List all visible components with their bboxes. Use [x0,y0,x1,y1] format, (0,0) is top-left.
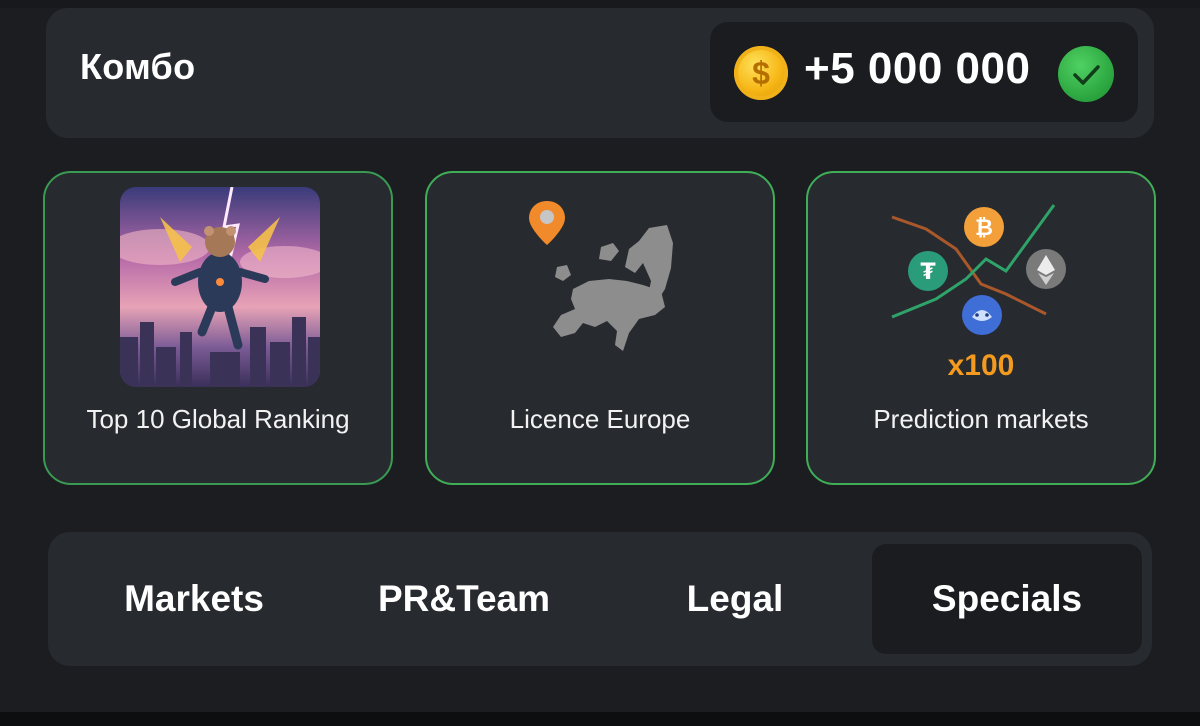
tab-pr-team[interactable]: PR&Team [326,532,602,666]
card-prediction-markets[interactable]: ₿ ₮ x100 Prediction markets [806,171,1156,485]
coin-icon: $ [734,46,788,100]
multiplier-label: x100 [947,349,1015,382]
combo-title: Комбо [80,46,196,87]
card-label: Licence Europe [509,404,691,434]
tab-markets[interactable]: Markets [48,532,340,666]
category-tabs: Markets PR&Team Legal Specials [48,532,1152,666]
reward-amount: +5 000 000 [804,44,1031,93]
checkmark-icon [1058,46,1114,102]
svg-text:₮: ₮ [920,260,936,285]
top-edge [0,0,1200,8]
tab-specials[interactable]: Specials [872,544,1142,654]
europe-map-icon [539,223,679,358]
card-licence-europe[interactable]: Licence Europe [425,171,775,485]
card-top-10-global-ranking[interactable]: Top 10 Global Ranking [43,171,393,485]
card-label: Prediction markets [873,404,1089,434]
combo-reward: $ +5 000 000 [710,22,1138,122]
bottom-edge [0,712,1200,726]
svg-text:₿: ₿ [975,216,993,241]
tab-legal[interactable]: Legal [600,532,870,666]
crypto-chart-image: ₿ ₮ [886,199,1082,349]
card-label: Top 10 Global Ranking [86,404,350,434]
hamster-astronaut-image [120,187,320,387]
combo-bar: Комбо $ +5 000 000 [46,8,1154,138]
